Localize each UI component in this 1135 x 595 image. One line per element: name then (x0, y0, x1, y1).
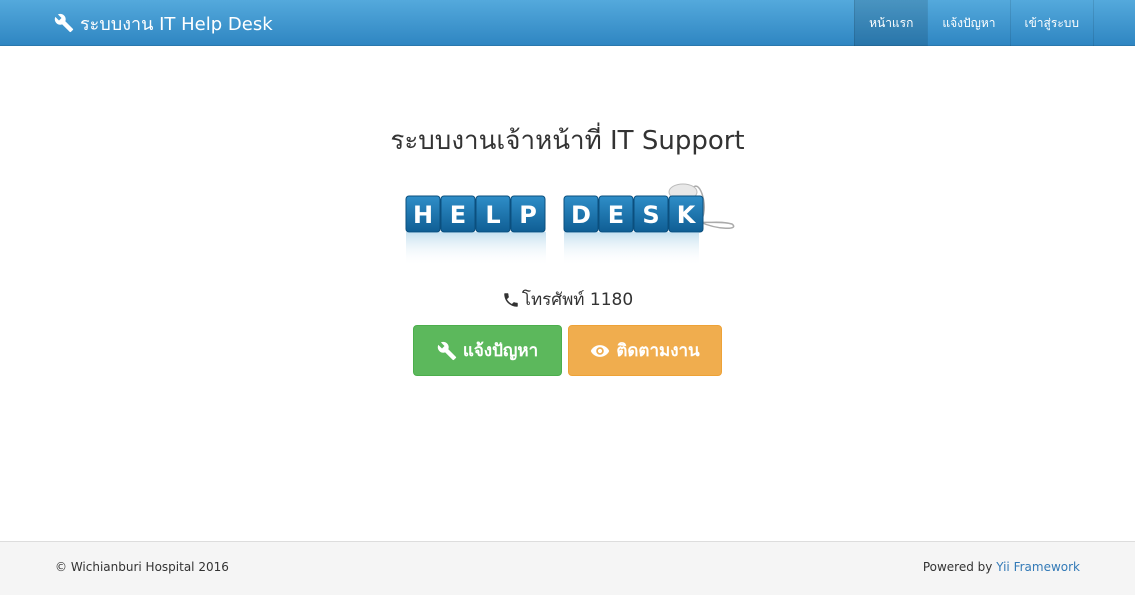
report-problem-button[interactable]: แจ้งปัญหา (413, 325, 562, 376)
eye-icon (591, 344, 610, 357)
logo-letter: H (413, 201, 433, 229)
top-nav: หน้าแรก แจ้งปัญหา เข้าสู่ระบบ (854, 0, 1094, 46)
wrench-icon (54, 13, 74, 33)
footer-powered-by: Powered by Yii Framework (923, 560, 1080, 574)
footer: © Wichianburi Hospital 2016 Powered by Y… (0, 541, 1135, 595)
yii-framework-link[interactable]: Yii Framework (996, 560, 1080, 574)
logo-letter: D (571, 201, 591, 229)
navbar: ระบบงาน IT Help Desk หน้าแรก แจ้งปัญหา เ… (0, 0, 1135, 46)
logo-letter: E (608, 201, 624, 229)
nav-item-home[interactable]: หน้าแรก (854, 0, 928, 46)
page-title: ระบบงานเจ้าหน้าที่ IT Support (390, 126, 745, 156)
brand-title: ระบบงาน IT Help Desk (80, 13, 273, 35)
nav-item-login[interactable]: เข้าสู่ระบบ (1009, 0, 1094, 46)
phone-number: โทรศัพท์ 1180 (521, 290, 634, 310)
nav-item-label: เข้าสู่ระบบ (1024, 15, 1080, 30)
footer-copyright: © Wichianburi Hospital 2016 (55, 560, 229, 574)
logo-letter: E (450, 201, 466, 229)
track-job-button[interactable]: ติดตามงาน (568, 325, 722, 376)
phone-info: โทรศัพท์ 1180 (0, 286, 1135, 313)
wrench-icon (437, 341, 457, 360)
brand-link[interactable]: ระบบงาน IT Help Desk (54, 0, 273, 46)
logo-letter: K (677, 201, 697, 229)
nav-item-label: หน้าแรก (869, 15, 914, 30)
nav-item-report[interactable]: แจ้งปัญหา (927, 0, 1009, 46)
logo-letter: S (642, 201, 659, 229)
logo-letter: P (519, 201, 537, 229)
main-content: ระบบงานเจ้าหน้าที่ IT Support HELPDESK โ… (0, 46, 1135, 540)
helpdesk-logo: HELPDESK (405, 183, 735, 266)
powered-by-text: Powered by (922, 560, 997, 574)
nav-item-label: แจ้งปัญหา (942, 15, 996, 30)
phone-icon (504, 292, 518, 307)
report-problem-label: แจ้งปัญหา (462, 341, 539, 361)
track-job-label: ติดตามงาน (616, 341, 700, 361)
logo-letter: L (485, 201, 500, 229)
